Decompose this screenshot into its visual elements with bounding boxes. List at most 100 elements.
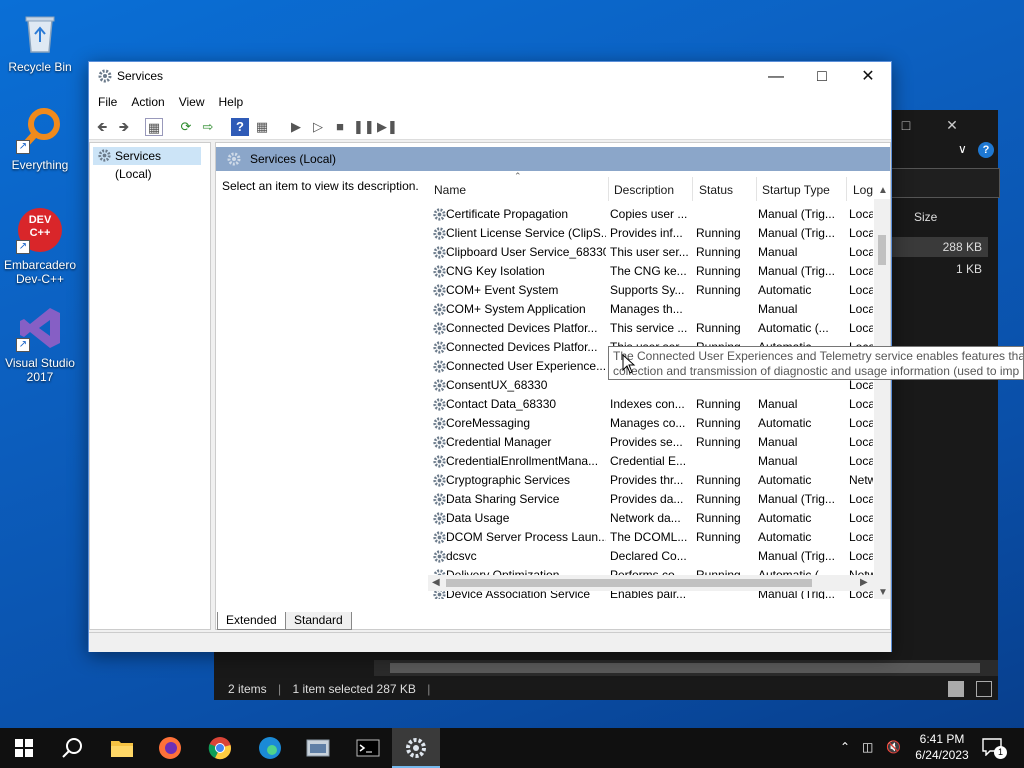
table-row[interactable]: CoreMessaging Manages co... Running Automat… (428, 414, 874, 433)
column-header-description[interactable]: Description (614, 183, 674, 197)
help-icon[interactable]: ? (978, 142, 994, 158)
cell-status: Running (696, 321, 741, 335)
forward-arrow-icon[interactable]: 🡺 (115, 118, 133, 136)
desktop-icon-devcpp[interactable]: DEV C++ ↗ Embarcadero Dev-C++ (0, 206, 80, 286)
help-icon[interactable]: ? (231, 118, 249, 136)
menu-file[interactable]: File (93, 92, 122, 112)
menu-action[interactable]: Action (126, 92, 169, 112)
table-row[interactable]: dcsvc Declared Co... Manual (Trig... Loca (428, 547, 874, 566)
cell-startup: Manual (758, 435, 798, 449)
column-header-status[interactable]: Status (699, 183, 733, 197)
explorer-status-bar: 2 items | 1 item selected 287 KB | (214, 678, 998, 700)
tiles-view-icon[interactable] (976, 681, 992, 697)
desktop-icon-label: Everything (11, 158, 69, 172)
scroll-up-arrow-icon[interactable]: ▲ (878, 185, 888, 196)
cell-status: Running (696, 435, 741, 449)
cell-startup: Manual (Trig... (758, 492, 835, 506)
table-row[interactable]: Client License Service (ClipS... Provides… (428, 224, 874, 243)
file-size[interactable]: 288 KB (890, 237, 988, 257)
cell-name: CNG Key Isolation (446, 264, 545, 278)
menu-help[interactable]: Help (214, 92, 249, 112)
taskbar-app[interactable] (294, 728, 342, 768)
tab-extended[interactable]: Extended (217, 612, 286, 630)
maximize-button[interactable]: □ (894, 114, 918, 136)
tab-standard[interactable]: Standard (285, 612, 352, 630)
column-header-name[interactable]: Name (434, 183, 466, 197)
search-button[interactable] (48, 728, 96, 768)
table-row[interactable]: DCOM Server Process Laun... The DCOML... R… (428, 528, 874, 547)
cell-name: Connected Devices Platfor... (446, 321, 598, 335)
table-row[interactable]: Certificate Propagation Copies user ... Ma… (428, 205, 874, 224)
refresh-icon[interactable]: ⟳ (177, 118, 195, 136)
cell-description: The CNG ke... (610, 264, 687, 278)
minimize-button[interactable]: — (753, 62, 799, 92)
maximize-button[interactable]: □ (799, 62, 845, 92)
desktop-icon-recycle-bin[interactable]: Recycle Bin (0, 8, 80, 74)
tree-item-label: Services (Local) (115, 149, 162, 181)
back-arrow-icon[interactable]: 🡸 (93, 118, 111, 136)
vertical-scrollbar[interactable]: ▲ ▼ (874, 185, 890, 599)
windows-logo-icon (15, 739, 33, 757)
table-row[interactable]: Data Sharing Service Provides da... Runnin… (428, 490, 874, 509)
devcpp-icon-text: DEV C++ (28, 214, 52, 239)
scroll-right-arrow-icon[interactable]: ▶ (860, 577, 868, 588)
table-row[interactable]: COM+ System Application Manages th... Manu… (428, 300, 874, 319)
scroll-down-arrow-icon[interactable]: ▼ (878, 587, 888, 598)
taskbar-firefox[interactable] (146, 728, 194, 768)
services-list[interactable]: ⌃ Name Description Status Startup Type L… (428, 171, 890, 599)
clock[interactable]: 6:41 PM 6/24/2023 (912, 731, 972, 763)
cell-name: Connected User Experience... (446, 359, 606, 373)
start-service-alt-icon[interactable]: ▷ (309, 118, 327, 136)
desktop-icon-everything[interactable]: ↗ Everything (0, 106, 80, 172)
table-row[interactable]: Contact Data_68330 Indexes con... Running M… (428, 395, 874, 414)
close-button[interactable]: ✕ (940, 114, 964, 136)
show-hidden-icons-chevron-icon[interactable]: ⌃ (840, 740, 850, 754)
file-size[interactable]: 1 KB (890, 259, 988, 279)
cell-startup: Manual (Trig... (758, 207, 835, 221)
table-row[interactable]: Data Usage Network da... Running Automatic L… (428, 509, 874, 528)
details-view-icon[interactable] (948, 681, 964, 697)
column-header-log-on-as[interactable]: Log (853, 183, 873, 197)
stop-service-icon[interactable]: ■ (331, 118, 349, 136)
cell-status: Running (696, 511, 741, 525)
horizontal-scrollbar[interactable] (374, 660, 998, 676)
close-button[interactable]: ✕ (845, 62, 891, 92)
show-hide-tree-icon[interactable]: ▦ (145, 118, 163, 136)
pause-service-icon[interactable]: ❚❚ (353, 118, 375, 136)
menu-view[interactable]: View (174, 92, 210, 112)
taskbar-command-prompt[interactable] (344, 728, 392, 768)
start-service-icon[interactable]: ▶ (287, 118, 305, 136)
export-list-icon[interactable]: ⇨ (199, 118, 217, 136)
table-row[interactable]: Cryptographic Services Provides thr... Run… (428, 471, 874, 490)
chevron-down-icon[interactable]: ∨ (958, 142, 967, 156)
desktop-icon-visual-studio[interactable]: ↗ Visual Studio 2017 (0, 304, 80, 384)
network-icon[interactable]: ◫ (862, 740, 873, 754)
properties-icon[interactable]: ▦ (253, 118, 271, 136)
volume-muted-icon[interactable]: 🔇 (886, 740, 901, 754)
taskbar-file-explorer[interactable] (98, 728, 146, 768)
table-row[interactable]: CredentialEnrollmentMana... Credential E.… (428, 452, 874, 471)
taskbar-services[interactable] (392, 728, 440, 768)
taskbar-edge[interactable] (246, 728, 294, 768)
cell-startup: Manual (758, 454, 798, 468)
horizontal-scrollbar[interactable]: ◀ ▶ (428, 575, 874, 591)
table-row[interactable]: Connected Devices Platfor... This service… (428, 319, 874, 338)
table-row[interactable]: Clipboard User Service_68330 This user se… (428, 243, 874, 262)
taskbar-chrome[interactable] (196, 728, 244, 768)
scrollbar-thumb[interactable] (878, 235, 886, 265)
column-header-startup-type[interactable]: Startup Type (762, 183, 830, 197)
restart-service-icon[interactable]: ▶❚ (377, 118, 398, 136)
scroll-left-arrow-icon[interactable]: ◀ (432, 577, 440, 588)
menu-bar: File Action View Help (89, 92, 891, 114)
scrollbar-thumb[interactable] (446, 579, 812, 587)
services-titlebar[interactable]: Services — □ ✕ (89, 62, 891, 92)
notification-center-button[interactable]: 1 (978, 736, 1008, 760)
tree-item-services-local[interactable]: Services (Local) (93, 147, 201, 181)
table-row[interactable]: COM+ Event System Supports Sy... Running Au… (428, 281, 874, 300)
cell-name: Connected Devices Platfor... (446, 340, 598, 354)
table-row[interactable]: CNG Key Isolation The CNG ke... Running Man… (428, 262, 874, 281)
start-button[interactable] (0, 728, 48, 768)
column-header-size[interactable]: Size (914, 210, 937, 224)
table-row[interactable]: Credential Manager Provides se... Running M… (428, 433, 874, 452)
search-input[interactable] (890, 168, 1000, 198)
